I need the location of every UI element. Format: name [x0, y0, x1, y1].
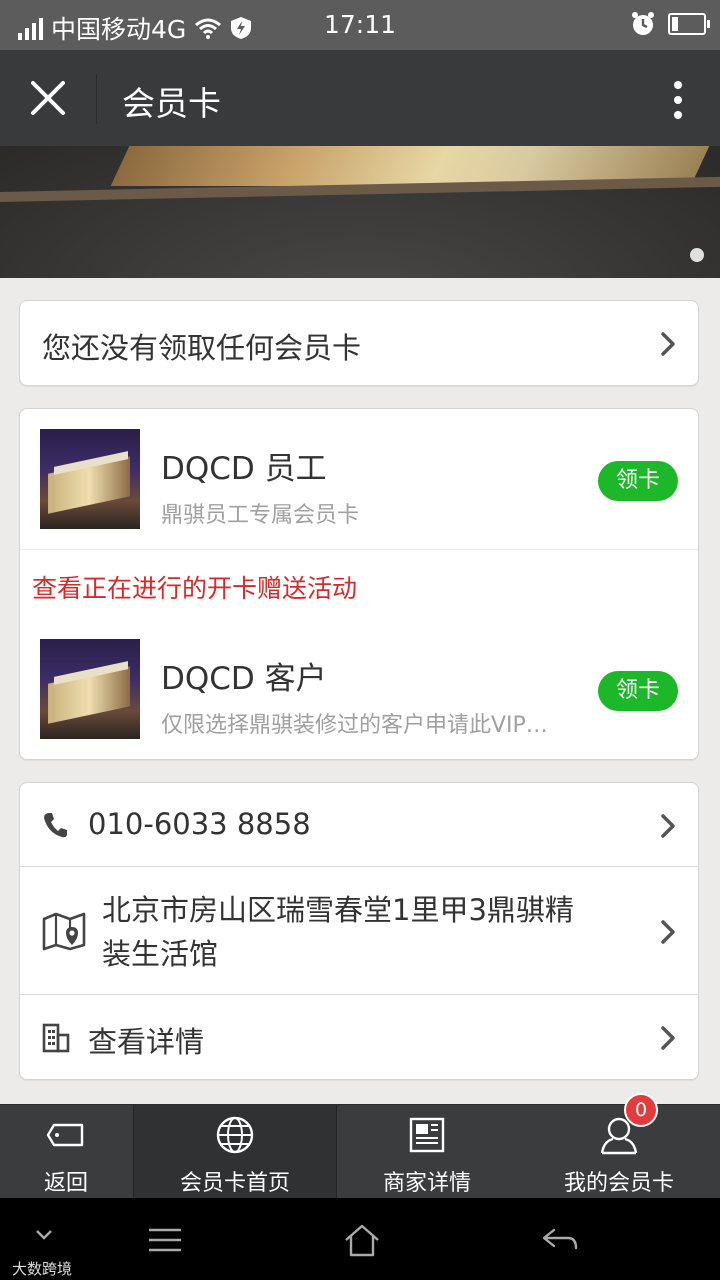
status-bar: 中国移动4G 17:11 [0, 0, 720, 50]
card-name: DQCD 员工 [161, 451, 327, 487]
watermark: 大数跨境 [12, 1260, 73, 1278]
no-card-label: 您还没有领取任何会员卡 [42, 331, 362, 365]
details-label: 查看详情 [88, 1025, 205, 1059]
chevron-right-icon [661, 1026, 675, 1050]
system-nav-bar [0, 1198, 720, 1280]
banner-image[interactable] [0, 146, 720, 278]
tab-card-home[interactable]: 会员卡首页 [133, 1105, 337, 1199]
address-line-2: 装生活馆 [102, 937, 219, 971]
chevron-right-icon [661, 332, 675, 356]
status-time: 17:11 [323, 10, 397, 39]
tab-label: 商家详情 [382, 1171, 471, 1196]
carousel-indicator[interactable] [690, 248, 704, 262]
home-icon[interactable] [342, 1222, 382, 1258]
claim-card-button[interactable]: 领卡 [598, 461, 678, 501]
address-line-1: 北京市房山区瑞雪春堂1里甲3鼎骐精 [102, 893, 574, 927]
title-bar: 会员卡 [0, 50, 720, 146]
notification-badge: 0 [624, 1093, 658, 1127]
alarm-icon [632, 12, 654, 35]
card-name: DQCD 客户 [161, 661, 327, 697]
member-cards-panel: DQCD 员工 鼎骐员工专属会员卡 领卡 查看正在进行的开卡赠送活动 DQCD … [19, 408, 699, 760]
claim-card-button[interactable]: 领卡 [598, 671, 678, 711]
building-icon [42, 1023, 70, 1053]
more-options-icon[interactable] [672, 80, 684, 120]
member-card-item[interactable]: DQCD 员工 鼎骐员工专属会员卡 领卡 [20, 409, 698, 529]
tab-merchant-details[interactable]: 商家详情 [336, 1105, 518, 1199]
no-card-row[interactable]: 您还没有领取任何会员卡 [19, 300, 699, 386]
tab-my-cards[interactable]: 我的会员卡 0 [518, 1093, 720, 1199]
chevron-right-icon [661, 814, 675, 838]
store-info-panel: 010-6033 8858 北京市房山区瑞雪春堂1里甲3鼎骐精 装生活馆 查看详… [19, 782, 699, 1080]
card-description: 仅限选择鼎骐装修过的客户申请此VIP… [161, 713, 548, 738]
phone-icon [44, 813, 67, 838]
tab-label: 我的会员卡 [563, 1171, 674, 1196]
card-description: 鼎骐员工专属会员卡 [161, 503, 360, 528]
promo-link[interactable]: 查看正在进行的开卡赠送活动 [32, 569, 357, 605]
ticket-icon [46, 1123, 84, 1147]
menu-icon[interactable] [146, 1226, 184, 1254]
page-title: 会员卡 [122, 84, 221, 123]
bottom-tab-bar: 返回 会员卡首页 商家详情 我的会员卡 0 [0, 1093, 720, 1199]
divider [20, 549, 698, 550]
card-thumbnail [40, 639, 140, 739]
globe-icon [216, 1116, 254, 1154]
status-right [630, 11, 710, 37]
phone-row[interactable]: 010-6033 8858 [20, 783, 698, 867]
chevron-down-icon[interactable] [34, 1228, 54, 1242]
tab-back[interactable]: 返回 [0, 1105, 132, 1199]
tab-label: 返回 [43, 1171, 88, 1196]
title-separator [96, 74, 97, 124]
member-card-item[interactable]: DQCD 客户 仅限选择鼎骐装修过的客户申请此VIP… 领卡 [20, 619, 698, 739]
tab-label: 会员卡首页 [179, 1171, 290, 1196]
back-icon[interactable] [540, 1226, 580, 1254]
battery-icon [668, 13, 710, 35]
map-icon [42, 912, 86, 951]
chevron-right-icon [661, 920, 675, 944]
close-icon[interactable] [28, 78, 68, 118]
address-row[interactable]: 北京市房山区瑞雪春堂1里甲3鼎骐精 装生活馆 [20, 867, 698, 995]
phone-number: 010-6033 8858 [88, 807, 311, 841]
newspaper-icon [409, 1117, 445, 1153]
details-row[interactable]: 查看详情 [20, 995, 698, 1079]
card-thumbnail [40, 429, 140, 529]
